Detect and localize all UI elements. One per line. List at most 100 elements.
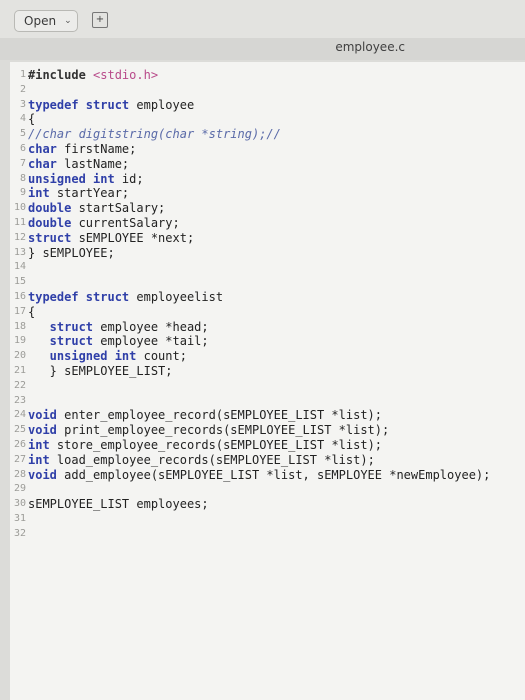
code-line[interactable]: 29 <box>10 482 525 497</box>
new-document-icon[interactable]: + <box>92 12 108 28</box>
code-token: firstName; <box>64 141 137 156</box>
line-number: 30 <box>13 498 26 510</box>
code-line[interactable]: 25 void print_employee_records(sEMPLOYEE_… <box>10 423 525 438</box>
line-number: 24 <box>13 409 26 421</box>
code-line[interactable]: 27 int load_employee_records(sEMPLOYEE_LI… <box>10 453 525 468</box>
line-number: 16 <box>13 290 26 302</box>
line-number: 13 <box>13 246 26 258</box>
code-token: typedef struct <box>28 289 137 304</box>
code-token: void <box>28 467 65 482</box>
code-line[interactable]: 15 <box>10 275 525 290</box>
open-button[interactable]: Open ⌄ <box>14 10 78 32</box>
line-number: 4 <box>19 113 26 125</box>
code-token: { <box>28 304 36 319</box>
code-line[interactable]: 21 } sEMPLOYEE_LIST; <box>10 364 525 379</box>
line-number: 8 <box>19 172 26 184</box>
line-number: 20 <box>13 350 26 362</box>
line-source: //char digitstring(char *string);// <box>28 127 525 142</box>
code-line[interactable]: 19 struct employee *tail; <box>10 334 525 349</box>
line-source <box>28 83 525 98</box>
code-token: { <box>28 112 36 127</box>
line-source <box>28 275 525 290</box>
code-line[interactable]: 31 <box>10 512 525 527</box>
line-number: 25 <box>13 424 26 436</box>
code-token: store_employee_records(sEMPLOYEE_LIST *l… <box>56 437 383 452</box>
code-line[interactable]: 17{ <box>10 305 525 320</box>
code-line[interactable]: 9 int startYear; <box>10 186 525 201</box>
line-source <box>28 482 525 497</box>
tab-bar: employee.c <box>0 38 525 60</box>
document-title: employee.c <box>335 40 405 54</box>
code-token: count; <box>143 349 187 364</box>
code-token: employeelist <box>136 289 224 304</box>
line-number: 10 <box>13 202 26 214</box>
code-line[interactable]: 1 #include <stdio.h> <box>10 68 525 83</box>
line-source <box>28 527 525 542</box>
code-token: <stdio.h> <box>93 68 159 82</box>
code-token: employee *head; <box>100 319 209 334</box>
line-source: int startYear; <box>28 186 525 201</box>
code-line[interactable]: 26 int store_employee_records(sEMPLOYEE_L… <box>10 438 525 453</box>
line-source: int store_employee_records(sEMPLOYEE_LIS… <box>28 438 525 453</box>
code-token: } sEMPLOYEE; <box>28 245 115 260</box>
code-line[interactable]: 13} sEMPLOYEE; <box>10 246 525 261</box>
line-number: 19 <box>13 335 26 347</box>
line-source: unsigned int id; <box>28 172 525 187</box>
code-line[interactable]: 3 typedef struct employee <box>10 98 525 113</box>
code-token: employee <box>136 97 195 112</box>
code-token: struct <box>28 319 101 334</box>
code-line[interactable]: 28 void add_employee(sEMPLOYEE_LIST *list… <box>10 468 525 483</box>
line-source <box>28 379 525 394</box>
code-token: startYear; <box>56 186 130 201</box>
code-line[interactable]: 5//char digitstring(char *string);// <box>10 127 525 142</box>
code-token: int <box>28 452 57 467</box>
code-token: int <box>28 437 57 452</box>
code-line[interactable]: 18 struct employee *head; <box>10 320 525 335</box>
code-token: currentSalary; <box>78 215 180 230</box>
code-line[interactable]: 22 <box>10 379 525 394</box>
line-source: typedef struct employee <box>28 98 525 113</box>
code-line[interactable]: 10 double startSalary; <box>10 201 525 216</box>
line-number: 23 <box>13 394 26 406</box>
line-source: double currentSalary; <box>28 216 525 231</box>
line-number: 15 <box>13 276 26 288</box>
line-source: #include <stdio.h> <box>28 68 525 83</box>
code-line[interactable]: 24 void enter_employee_record(sEMPLOYEE_L… <box>10 408 525 423</box>
code-token: void <box>28 423 65 438</box>
code-line[interactable]: 12 struct sEMPLOYEE *next; <box>10 231 525 246</box>
code-token: sEMPLOYEE_LIST employees; <box>28 497 209 512</box>
line-number: 27 <box>13 453 26 465</box>
line-source: unsigned int count; <box>28 349 525 364</box>
code-line[interactable]: 6 char firstName; <box>10 142 525 157</box>
code-lines: 1 #include <stdio.h> 2 3 typedef struct empl… <box>10 68 525 542</box>
line-source: } sEMPLOYEE_LIST; <box>28 364 525 379</box>
code-line[interactable]: 20 unsigned int count; <box>10 349 525 364</box>
code-token: employee *tail; <box>100 334 209 349</box>
code-line[interactable]: 14 <box>10 260 525 275</box>
line-number: 7 <box>19 157 26 169</box>
code-line[interactable]: 30 sEMPLOYEE_LIST employees; <box>10 497 525 512</box>
code-line[interactable]: 7 char lastName; <box>10 157 525 172</box>
code-line[interactable]: 11 double currentSalary; <box>10 216 525 231</box>
code-line[interactable]: 32 <box>10 527 525 542</box>
line-source: void print_employee_records(sEMPLOYEE_LI… <box>28 423 525 438</box>
code-line[interactable]: 16 typedef struct employeelist <box>10 290 525 305</box>
open-button-label: Open <box>24 14 57 28</box>
code-token: print_employee_records(sEMPLOYEE_LIST *l… <box>64 423 390 438</box>
line-source: char firstName; <box>28 142 525 157</box>
code-line[interactable]: 8 unsigned int id; <box>10 172 525 187</box>
code-token: add_employee(sEMPLOYEE_LIST *list, sEMPL… <box>64 467 491 482</box>
code-token: void <box>28 408 65 423</box>
code-line[interactable]: 2 <box>10 83 525 98</box>
line-number: 3 <box>19 98 26 110</box>
code-editor[interactable]: 1 #include <stdio.h> 2 3 typedef struct empl… <box>10 62 525 700</box>
line-source: void add_employee(sEMPLOYEE_LIST *list, … <box>28 468 525 483</box>
line-number: 2 <box>19 83 26 95</box>
code-line[interactable]: 4{ <box>10 112 525 127</box>
line-number: 14 <box>13 261 26 273</box>
code-line[interactable]: 23 <box>10 394 525 409</box>
line-source: int load_employee_records(sEMPLOYEE_LIST… <box>28 453 525 468</box>
code-token: char <box>28 141 65 156</box>
line-source: double startSalary; <box>28 201 525 216</box>
code-token: enter_employee_record(sEMPLOYEE_LIST *li… <box>64 408 383 423</box>
